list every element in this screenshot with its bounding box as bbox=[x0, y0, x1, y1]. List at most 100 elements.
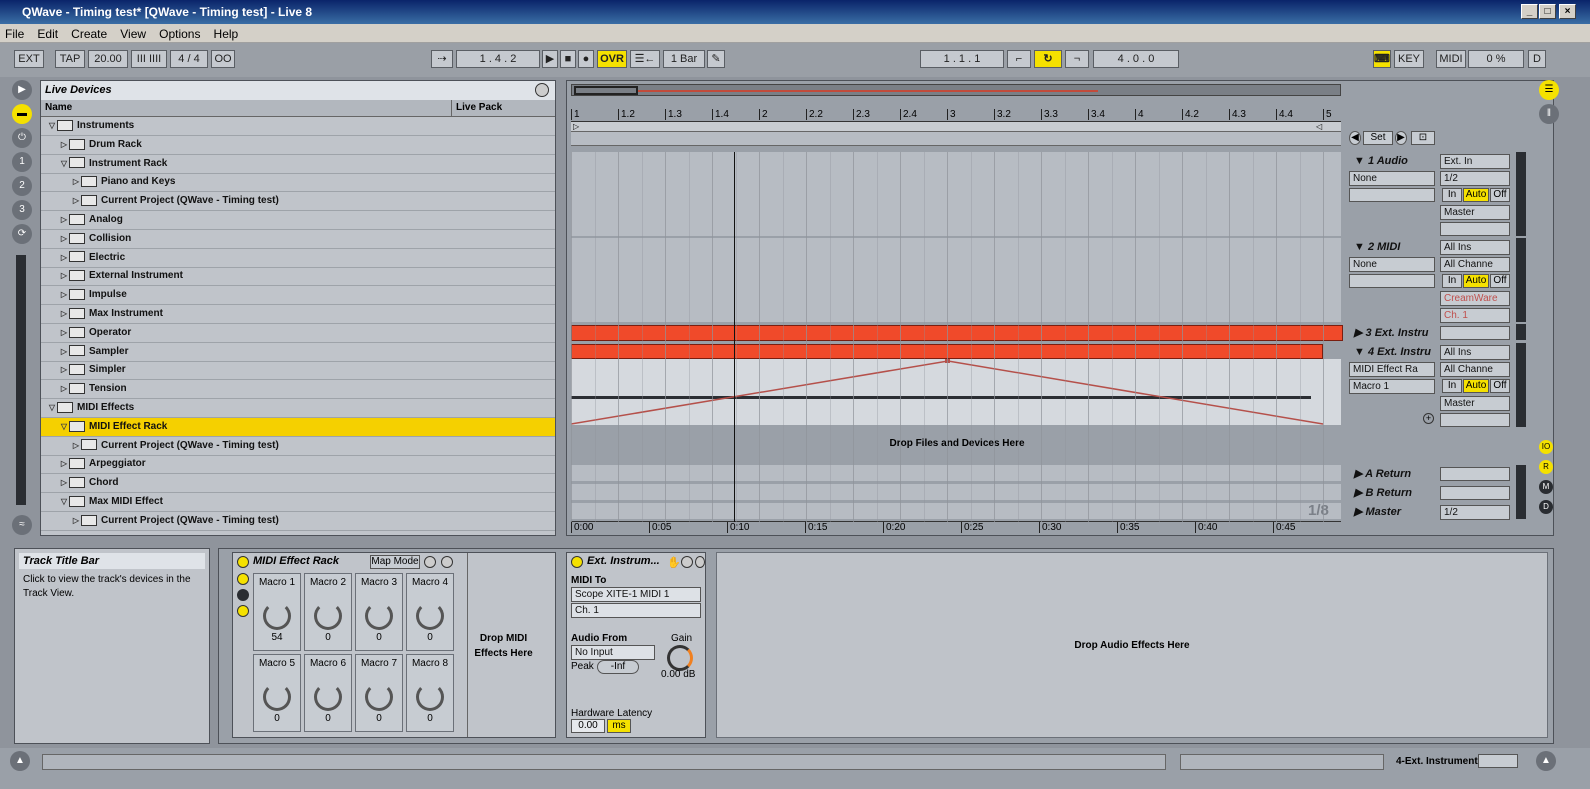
drop-midi-effects[interactable]: Drop MIDI Effects Here bbox=[467, 553, 539, 737]
loop-length-field[interactable]: 4 . 0 . 0 bbox=[1093, 50, 1179, 68]
browser-row[interactable]: ▷ Electric bbox=[41, 249, 555, 268]
fold-icon[interactable]: ▼ bbox=[1354, 241, 1368, 253]
returns-toggle-icon[interactable]: R bbox=[1539, 460, 1553, 474]
plugins-browser-icon[interactable]: ⏻ bbox=[12, 128, 32, 148]
loop-start-field[interactable]: 1 . 1 . 1 bbox=[920, 50, 1004, 68]
minimize-button[interactable]: _ bbox=[1521, 4, 1538, 19]
key-map-button[interactable]: KEY bbox=[1394, 50, 1424, 68]
clip-ext-instru-4[interactable] bbox=[571, 344, 1323, 359]
pencil-icon[interactable]: ✎ bbox=[707, 50, 725, 68]
macro-knob-6[interactable]: Macro 6 0 bbox=[304, 654, 352, 732]
browser-row[interactable]: ▷ Current Project (QWave - Timing test) bbox=[41, 192, 555, 212]
info-toggle-icon[interactable]: ≈ bbox=[12, 515, 32, 535]
browser-row[interactable]: ▷ Operator bbox=[41, 324, 555, 343]
macro-knob-7[interactable]: Macro 7 0 bbox=[355, 654, 403, 732]
show-detail-icon[interactable]: ▲ bbox=[1536, 751, 1556, 771]
time-signature[interactable]: 4 / 4 bbox=[170, 50, 208, 68]
expand-icon[interactable]: ▶ bbox=[1354, 506, 1366, 518]
browser-row[interactable]: ▷ Piano and Keys bbox=[41, 173, 555, 193]
macro-knob-4[interactable]: Macro 4 0 bbox=[406, 573, 454, 651]
expand-icon[interactable]: ▷ bbox=[59, 211, 69, 229]
track1-empty-slot[interactable] bbox=[1349, 188, 1435, 202]
drop-audio-effects[interactable]: Drop Audio Effects Here bbox=[716, 552, 1548, 738]
rack-save-icon[interactable] bbox=[441, 556, 453, 568]
browser-row[interactable]: ▷ Chord bbox=[41, 474, 555, 494]
browser-row[interactable]: ▷ Arpeggiator bbox=[41, 455, 555, 475]
menu-create[interactable]: Create bbox=[66, 24, 112, 44]
automation-device-select[interactable]: MIDI Effect Ra bbox=[1349, 362, 1435, 377]
macro-knob-1[interactable]: Macro 1 54 bbox=[253, 573, 301, 651]
browser-row[interactable]: ▽ Instrument Rack bbox=[41, 155, 555, 174]
punch-in-icon[interactable]: ⌐ bbox=[1007, 50, 1031, 68]
expand-icon[interactable]: ▷ bbox=[59, 361, 69, 379]
track1-monitor-in[interactable]: In bbox=[1442, 188, 1462, 202]
browser-row[interactable]: ▽ Max MIDI Effect bbox=[41, 493, 555, 512]
menu-edit[interactable]: Edit bbox=[32, 24, 63, 44]
delay-toggle-icon[interactable]: D bbox=[1539, 500, 1553, 514]
refresh-icon[interactable]: ⟳ bbox=[12, 224, 32, 244]
locator-lane[interactable] bbox=[571, 132, 1341, 146]
collapse-icon[interactable]: ▽ bbox=[47, 399, 57, 417]
browser-row[interactable]: ▷ Collision bbox=[41, 230, 555, 249]
latency-unit-toggle[interactable]: ms bbox=[607, 719, 631, 733]
browser-row[interactable]: ▷ Sampler bbox=[41, 343, 555, 362]
track2-input-type[interactable]: None bbox=[1349, 257, 1435, 272]
track1-output-select[interactable]: Master bbox=[1440, 205, 1510, 220]
return-b-slot[interactable] bbox=[1440, 486, 1510, 500]
latency-value[interactable]: 0.00 bbox=[571, 719, 605, 733]
fold-icon[interactable]: ▼ bbox=[1354, 346, 1368, 358]
browser-row[interactable]: ▷ Analog bbox=[41, 211, 555, 230]
expand-icon[interactable]: ▷ bbox=[59, 324, 69, 342]
browser-row[interactable]: ▷ Max Instrument bbox=[41, 305, 555, 324]
play-button[interactable]: ▶ bbox=[542, 50, 558, 68]
close-button[interactable]: × bbox=[1559, 4, 1576, 19]
track2-channel-select[interactable]: All Channe bbox=[1440, 257, 1510, 272]
browser-row[interactable]: ▷ External Instrument bbox=[41, 267, 555, 287]
quantization-select[interactable]: 1 Bar bbox=[663, 50, 705, 68]
browser-row[interactable]: ▷ Current Project (QWave - Timing test) bbox=[41, 512, 555, 531]
knob-icon[interactable] bbox=[416, 602, 444, 630]
menu-help[interactable]: Help bbox=[209, 24, 244, 44]
overview-viewport[interactable] bbox=[574, 86, 638, 95]
tempo-field[interactable]: 20.00 bbox=[88, 50, 128, 68]
expand-icon[interactable]: ▷ bbox=[59, 305, 69, 323]
expand-icon[interactable]: ▶ bbox=[1354, 468, 1365, 480]
track-header-4[interactable]: ▼ 4 Ext. Instru bbox=[1354, 343, 1449, 361]
track2-monitor-in[interactable]: In bbox=[1442, 274, 1462, 288]
track2-input-select[interactable]: All Ins bbox=[1440, 240, 1510, 255]
place-1-icon[interactable]: 1 bbox=[12, 152, 32, 172]
loop-brace-area[interactable]: ▷ ◁ bbox=[571, 122, 1341, 132]
expand-icon[interactable]: ▷ bbox=[71, 173, 81, 191]
master-output-select[interactable]: 1/2 bbox=[1440, 505, 1510, 520]
loop-end-marker[interactable]: ◁ bbox=[1316, 122, 1324, 131]
track-header-1[interactable]: ▼ 1 Audio bbox=[1354, 152, 1449, 170]
drop-files-area[interactable]: Drop Files and Devices Here bbox=[571, 427, 1343, 461]
rack-macro-toggle-icon[interactable] bbox=[237, 573, 249, 585]
track4-monitor-auto[interactable]: Auto bbox=[1463, 379, 1489, 393]
device-hotswap-icon[interactable] bbox=[681, 556, 693, 568]
column-header-name[interactable]: Name bbox=[41, 100, 451, 117]
browser-row[interactable]: ▷ Impulse bbox=[41, 286, 555, 306]
collapse-icon[interactable]: ▽ bbox=[59, 493, 69, 511]
fold-icon[interactable]: ▼ bbox=[1354, 155, 1368, 167]
column-header-live-pack[interactable]: Live Pack bbox=[451, 100, 555, 117]
menu-view[interactable]: View bbox=[115, 24, 151, 44]
expand-icon[interactable]: ▷ bbox=[59, 286, 69, 304]
return-a-lane[interactable] bbox=[571, 465, 1341, 481]
track2-monitor-auto[interactable]: Auto bbox=[1463, 274, 1489, 288]
stop-button[interactable]: ■ bbox=[560, 50, 576, 68]
track-header-return-a[interactable]: ▶ A Return bbox=[1354, 465, 1449, 483]
add-automation-lane-icon[interactable]: + bbox=[1423, 413, 1434, 424]
track-lane-midi[interactable] bbox=[571, 238, 1341, 322]
knob-icon[interactable] bbox=[314, 602, 342, 630]
expand-icon[interactable]: ▶ bbox=[1354, 487, 1366, 499]
expand-icon[interactable]: ▷ bbox=[59, 380, 69, 398]
play-sidebar-icon[interactable]: ▶ bbox=[12, 80, 32, 100]
midi-to-device-select[interactable]: Scope XITE-1 MIDI 1 bbox=[571, 587, 701, 602]
return-a-slot[interactable] bbox=[1440, 467, 1510, 481]
midi-map-button[interactable]: MIDI bbox=[1436, 50, 1466, 68]
track2-output-select[interactable]: CreamWare bbox=[1440, 291, 1510, 306]
menu-file[interactable]: File bbox=[0, 24, 29, 44]
menu-options[interactable]: Options bbox=[154, 24, 205, 44]
browser-scrollbar[interactable] bbox=[16, 255, 26, 505]
